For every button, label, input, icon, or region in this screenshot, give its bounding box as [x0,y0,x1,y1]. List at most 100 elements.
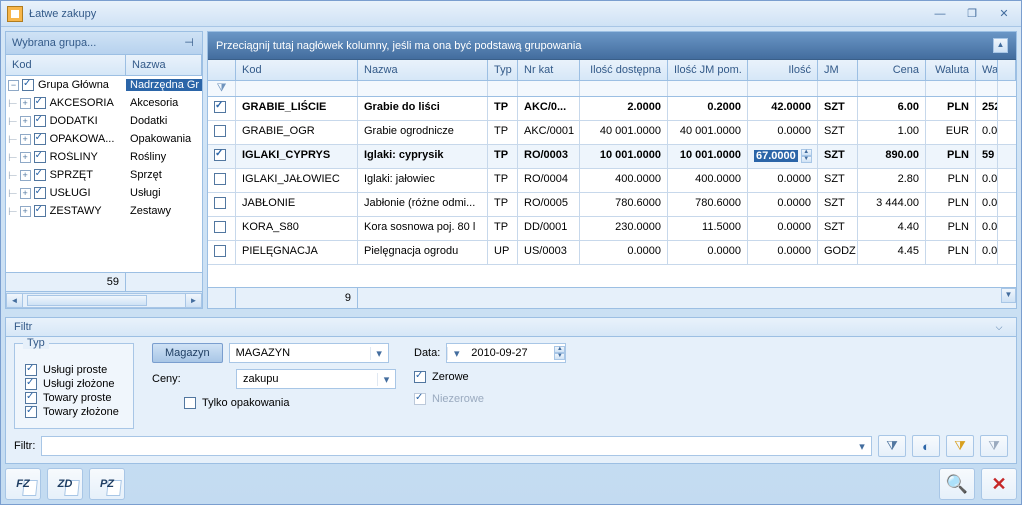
grid-header-1[interactable]: Nazwa [358,60,488,80]
funnel-toggle-button[interactable]: ◐ [912,435,940,457]
filter-input[interactable]: ▾ [41,436,872,456]
expander-icon[interactable]: + [20,188,31,199]
typ-checkbox[interactable] [25,378,37,390]
grid-header-4[interactable]: Ilość dostępna [580,60,668,80]
zd-button[interactable]: ZD [47,468,83,500]
tree-checkbox[interactable] [34,115,46,127]
maximize-button[interactable]: ❐ [961,5,983,22]
expander-icon[interactable]: + [20,170,31,181]
tree-item-kod[interactable]: ROŚLINY [50,151,98,163]
tree-item-kod[interactable]: USŁUGI [50,187,91,199]
chevron-down-icon[interactable]: ▾ [853,440,871,453]
row-checkbox[interactable] [214,149,226,161]
row-checkbox[interactable] [214,173,226,185]
grid-header-6[interactable]: Ilość [748,60,818,80]
tree-item-kod[interactable]: ZESTAWY [50,205,102,217]
calendar-icon[interactable]: ▾ [447,347,465,360]
table-row[interactable]: GRABIE_OGR Grabie ogrodnicze TP AKC/0001… [208,121,1016,145]
date-down-icon[interactable]: ▼ [554,353,565,360]
table-row[interactable]: IGLAKI_JAŁOWIEC Iglaki: jałowiec TP RO/0… [208,169,1016,193]
scroll-up-icon[interactable]: ▲ [993,38,1008,53]
date-up-icon[interactable]: ▲ [554,346,565,353]
scroll-left-icon[interactable]: ◄ [6,293,23,308]
cell-ilosc[interactable]: 0.0000 [748,121,818,144]
table-row[interactable]: PIELĘGNACJA Pielęgnacja ogrodu UP US/000… [208,241,1016,265]
tree-item-kod[interactable]: DODATKI [50,115,98,127]
table-row[interactable]: GRABIE_LIŚCIE Grabie do liści TP AKC/0..… [208,97,1016,121]
tree-hscroll[interactable]: ◄ ► [6,291,202,308]
tree-checkbox[interactable] [22,79,34,91]
chevron-down-icon[interactable]: ▾ [377,373,395,386]
expander-icon[interactable]: − [8,80,19,91]
grid-header-9[interactable]: Waluta [926,60,976,80]
tree-item-nazwa[interactable]: Akcesoria [126,97,202,109]
table-row[interactable]: IGLAKI_CYPRYS Iglaki: cyprysik TP RO/000… [208,145,1016,169]
search-button[interactable]: 🔍 [939,468,975,500]
collapse-icon[interactable]: ⌵ [990,322,1008,333]
spin-up-icon[interactable]: ▲ [801,149,812,156]
row-checkbox[interactable] [214,197,226,209]
cancel-button[interactable]: ✕ [981,468,1017,500]
tree-item-nazwa[interactable]: Rośliny [126,151,202,163]
chevron-down-icon[interactable]: ▾ [370,347,388,360]
typ-checkbox[interactable] [25,406,37,418]
funnel-clear-button[interactable]: ⧩ [980,435,1008,457]
cell-ilosc[interactable]: 0.0000 [748,217,818,240]
tree-item-kod[interactable]: SPRZĘT [50,169,93,181]
close-button[interactable]: ✕ [993,5,1015,22]
grid-header-7[interactable]: JM [818,60,858,80]
funnel-edit-button[interactable]: ⧩ [946,435,974,457]
minimize-button[interactable]: — [929,5,951,22]
row-checkbox[interactable] [214,221,226,233]
tree-root-nazwa[interactable]: Nadrzędna Gr [126,79,202,91]
magazyn-select[interactable]: MAGAZYN ▾ [229,343,389,363]
row-checkbox[interactable] [214,101,226,113]
grid-header-8[interactable]: Cena [858,60,926,80]
row-checkbox[interactable] [214,125,226,137]
tree-header-kod[interactable]: Kod [6,55,126,75]
grid-header-5[interactable]: Ilość JM pom. [668,60,748,80]
tree-root-kod[interactable]: Grupa Główna [38,79,109,91]
scroll-thumb[interactable] [27,295,147,306]
expander-icon[interactable]: + [20,116,31,127]
tylko-opak-checkbox[interactable] [184,397,196,409]
spin-down-icon[interactable]: ▼ [801,156,812,163]
grid-header-0[interactable]: Kod [236,60,358,80]
cell-ilosc[interactable]: 67.0000▲▼ [748,145,818,168]
magazyn-button[interactable]: Magazyn [152,343,223,363]
group-by-bar[interactable]: Przeciągnij tutaj nagłówek kolumny, jeśl… [208,32,1016,60]
cell-ilosc[interactable]: 42.0000 [748,97,818,120]
tree-checkbox[interactable] [34,205,46,217]
tree-item-nazwa[interactable]: Sprzęt [126,169,202,181]
typ-checkbox[interactable] [25,364,37,376]
cell-ilosc[interactable]: 0.0000 [748,241,818,264]
expander-icon[interactable]: + [20,98,31,109]
tree-item-kod[interactable]: OPAKOWA... [50,133,115,145]
typ-checkbox[interactable] [25,392,37,404]
pz-button[interactable]: PZ [89,468,125,500]
table-row[interactable]: KORA_S80 Kora sosnowa poj. 80 l TP DD/00… [208,217,1016,241]
fz-button[interactable]: FZ [5,468,41,500]
zerowe-checkbox[interactable] [414,371,426,383]
pin-icon[interactable]: ⊣ [182,36,196,50]
cell-ilosc[interactable]: 0.0000 [748,193,818,216]
cell-ilosc[interactable]: 0.0000 [748,169,818,192]
tree[interactable]: −Grupa GłównaNadrzędna Gr⊢+AKCESORIAAkce… [6,76,202,272]
expander-icon[interactable]: + [20,206,31,217]
grid-header-2[interactable]: Typ [488,60,518,80]
scroll-right-icon[interactable]: ► [185,293,202,308]
table-row[interactable]: JABŁONIE Jabłonie (różne odmi... TP RO/0… [208,193,1016,217]
tree-checkbox[interactable] [34,187,46,199]
tree-item-nazwa[interactable]: Zestawy [126,205,202,217]
tree-item-nazwa[interactable]: Dodatki [126,115,202,127]
tree-checkbox[interactable] [34,133,46,145]
tree-item-kod[interactable]: AKCESORIA [50,97,114,109]
grid-filter-row[interactable]: ⧩ [208,81,1016,97]
filter-icon[interactable]: ⧩ [208,81,236,96]
tree-checkbox[interactable] [34,169,46,181]
funnel-apply-button[interactable]: ⧩ [878,435,906,457]
grid-header-3[interactable]: Nr kat [518,60,580,80]
tree-header-nazwa[interactable]: Nazwa [126,55,202,75]
grid-header-10[interactable]: Wartość-PLN [976,60,998,80]
tree-checkbox[interactable] [34,151,46,163]
